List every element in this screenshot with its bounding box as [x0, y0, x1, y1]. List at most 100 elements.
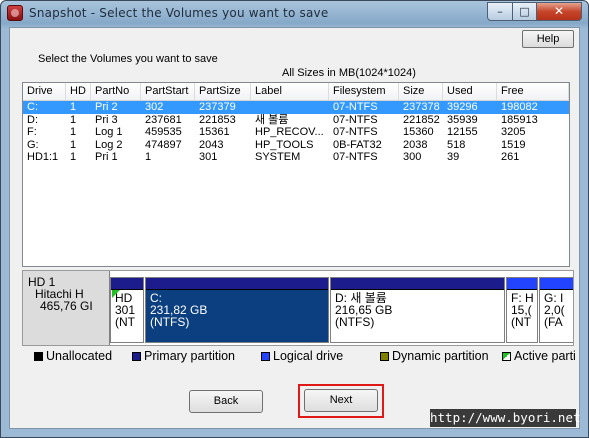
column-header[interactable]: HD	[66, 83, 91, 100]
table-cell: 300	[403, 151, 422, 163]
table-cell: 07-NTFS	[333, 113, 378, 126]
partition-legend: Unallocated Primary partition Logical driv…	[24, 348, 580, 364]
partition-label: F: H 15,((NT	[507, 289, 537, 342]
volumes-list[interactable]: Drive HD PartNo PartStart PartSize Label Files…	[22, 82, 570, 267]
table-cell: 15361	[199, 126, 230, 138]
legend-label: Logical drive	[273, 349, 344, 363]
disk-size: 465,76 GI	[40, 299, 93, 313]
legend-swatch	[502, 352, 511, 361]
partition-block[interactable]: G: I 2,0((FA	[539, 277, 573, 343]
column-header[interactable]: PartNo	[91, 83, 141, 100]
legend-swatch	[261, 352, 270, 361]
disk-info-panel: HD 1 Hitachi H 465,76 GI	[23, 271, 110, 345]
partition-block[interactable]: F: H 15,((NT	[506, 277, 538, 343]
table-cell: C:	[27, 101, 38, 113]
table-cell: 15360	[403, 126, 434, 138]
back-button[interactable]: Back	[189, 390, 263, 413]
table-row[interactable]: G: 1 Log 2 474897 2043 HP_TOOLS 0B-FAT32 2038 51…	[23, 139, 569, 152]
table-cell: 261	[501, 151, 520, 163]
legend-label: Dynamic partition	[392, 349, 489, 363]
column-header[interactable]: PartStart	[141, 83, 195, 100]
partition-label: C: 231,82 GB (NTFS)	[146, 289, 328, 342]
table-cell: 1	[70, 138, 77, 151]
table-cell: 1	[145, 151, 152, 163]
table-cell: 459535	[145, 126, 182, 138]
table-cell: 1	[70, 126, 77, 138]
disk-name: HD 1	[28, 275, 56, 289]
table-row[interactable]: HD1:1 1 Pri 1 1 301 SYSTEM 07-NTFS 300 39 261	[23, 151, 569, 164]
active-flag-icon	[112, 290, 120, 298]
table-cell: Log 2	[95, 138, 123, 151]
legend-label: Unallocated	[46, 349, 113, 363]
table-cell: 2038	[403, 138, 428, 151]
next-button[interactable]: Next	[304, 389, 378, 412]
sizes-note: All Sizes in MB(1024*1024)	[282, 67, 416, 79]
table-cell: 237681	[145, 113, 182, 126]
partition-label-line: (FA	[544, 315, 563, 329]
partition-label-line: (NT	[511, 315, 531, 329]
partition-block[interactable]: C: 231,82 GB (NTFS)	[145, 277, 329, 343]
table-cell: 198082	[501, 101, 538, 113]
partition-type-bar	[111, 278, 143, 289]
partition-block[interactable]: D: 새 볼륨 216,65 GB (NTFS)	[330, 277, 505, 343]
table-row[interactable]: C: 1 Pri 2 302 237379 07-NTFS 237378 39296 19808…	[23, 101, 569, 114]
table-cell: 07-NTFS	[333, 101, 378, 113]
minimize-button[interactable]: –	[487, 2, 513, 21]
table-cell: 0B-FAT32	[333, 138, 382, 151]
table-cell: 07-NTFS	[333, 151, 378, 163]
app-icon	[7, 5, 23, 21]
legend-item: Dynamic partition	[380, 348, 489, 364]
legend-item: Active parti	[502, 348, 576, 364]
list-header: Drive HD PartNo PartStart PartSize Label Files…	[23, 83, 569, 101]
table-cell: 474897	[145, 138, 182, 151]
table-row[interactable]: D: 1 Pri 3 237681 221853 새 볼륨 07-NTFS 221852 359…	[23, 114, 569, 127]
column-header[interactable]: Label	[251, 83, 329, 100]
column-header[interactable]: Drive	[23, 83, 66, 100]
legend-swatch	[34, 352, 43, 361]
table-row[interactable]: F: 1 Log 1 459535 15361 HP_RECOV... 07-NTFS 153…	[23, 126, 569, 139]
title-bar[interactable]: Snapshot - Select the Volumes you want t…	[1, 1, 588, 27]
instructions-text: Select the Volumes you want to save	[38, 53, 218, 65]
table-cell: 39	[447, 151, 460, 163]
column-header[interactable]: PartSize	[195, 83, 251, 100]
legend-item: Primary partition	[132, 348, 235, 364]
table-cell: Pri 3	[95, 113, 118, 126]
close-button[interactable]: ✕	[536, 2, 582, 21]
partition-type-bar	[146, 278, 328, 289]
legend-item: Logical drive	[261, 348, 343, 364]
table-cell: 12155	[447, 126, 478, 138]
partition-type-bar	[331, 278, 504, 289]
legend-label: Primary partition	[144, 349, 235, 363]
maximize-button[interactable]: □	[512, 2, 537, 21]
table-cell: 1	[70, 151, 77, 163]
snapshot-window: Snapshot - Select the Volumes you want t…	[0, 0, 589, 438]
dialog-client-area: Help Select the Volumes you want to save…	[9, 27, 581, 429]
watermark: http://www.byori.net	[430, 409, 581, 427]
column-header[interactable]: Size	[399, 83, 443, 100]
legend-label: Active parti	[514, 349, 576, 363]
table-cell: 221853	[199, 113, 236, 126]
table-cell: 1519	[501, 138, 526, 151]
table-cell: 237378	[403, 101, 440, 113]
window-title: Snapshot - Select the Volumes you want t…	[29, 6, 329, 20]
table-cell: 518	[447, 138, 466, 151]
column-header[interactable]: Free	[497, 83, 569, 100]
table-cell: Pri 1	[95, 151, 118, 163]
table-cell: 302	[145, 101, 164, 113]
next-button-highlight: Next	[298, 384, 384, 418]
table-cell: D:	[27, 113, 38, 126]
table-cell: SYSTEM	[255, 151, 301, 163]
table-cell: 07-NTFS	[333, 126, 378, 138]
column-header[interactable]: Used	[443, 83, 497, 100]
table-cell: HP_RECOV...	[255, 126, 324, 138]
table-cell: Log 1	[95, 126, 123, 138]
column-header[interactable]: Filesystem	[329, 83, 399, 100]
help-button[interactable]: Help	[522, 30, 574, 48]
partition-block[interactable]: HD 301 (NT	[110, 277, 144, 343]
table-cell: 3205	[501, 126, 526, 138]
table-cell: 237379	[199, 101, 236, 113]
partition-label-line: (NTFS)	[335, 315, 375, 329]
legend-item: Unallocated	[34, 348, 112, 364]
legend-swatch	[132, 352, 141, 361]
legend-swatch	[380, 352, 389, 361]
